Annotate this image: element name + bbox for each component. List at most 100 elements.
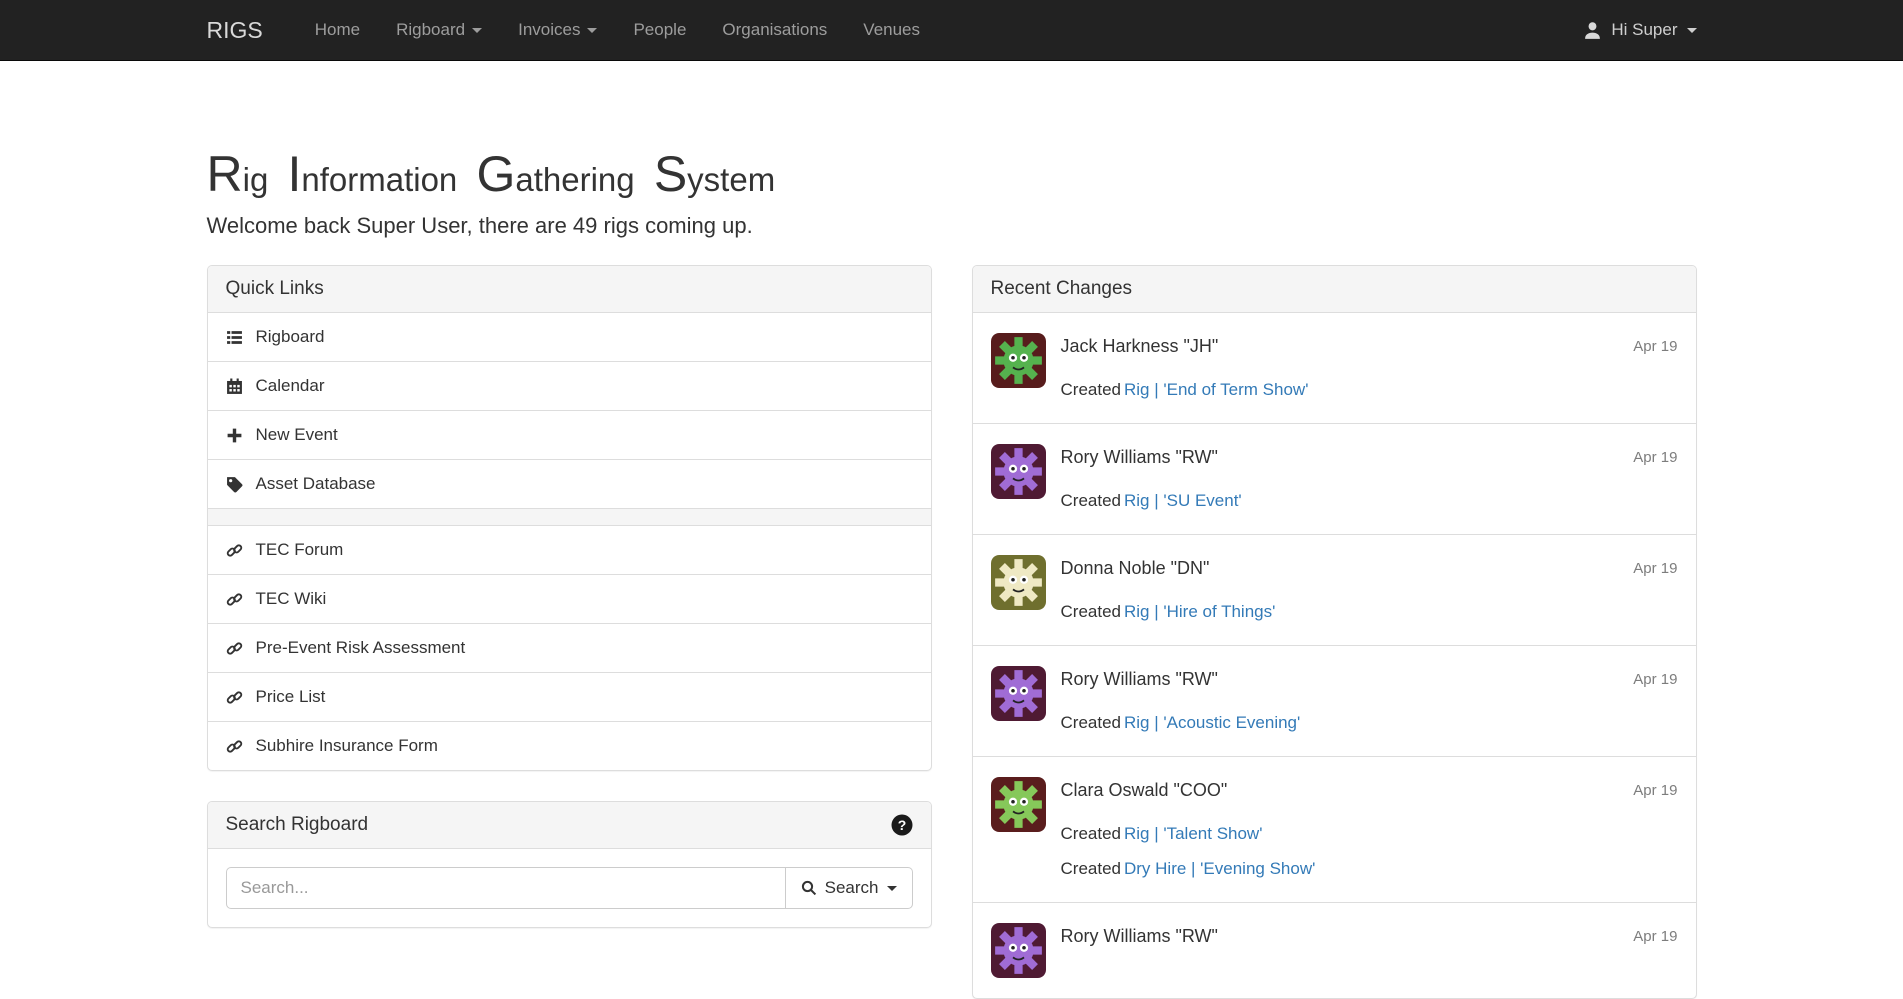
nav-item-home[interactable]: Home	[297, 0, 378, 60]
link-icon	[226, 738, 243, 755]
quick-link-pre-event-risk-assessment[interactable]: Pre-Event Risk Assessment	[208, 623, 931, 672]
quick-links-title: Quick Links	[226, 278, 324, 300]
quick-link-label: TEC Forum	[256, 540, 344, 560]
avatar	[991, 333, 1046, 388]
quick-links-separator	[208, 508, 931, 525]
recent-change-item: Clara Oswald "COO" CreatedRig | 'Talent …	[973, 756, 1696, 902]
quick-link-subhire-insurance-form[interactable]: Subhire Insurance Form	[208, 721, 931, 770]
action-link[interactable]: Rig | 'SU Event'	[1124, 491, 1242, 510]
quick-link-label: Subhire Insurance Form	[256, 736, 438, 756]
chevron-down-icon	[1687, 28, 1697, 33]
person-name: Rory Williams "RW"	[1061, 923, 1619, 950]
nav-item-invoices[interactable]: Invoices	[500, 0, 615, 60]
person-name: Rory Williams "RW"	[1061, 666, 1619, 693]
link-icon	[226, 640, 243, 657]
quick-link-label: Calendar	[256, 376, 325, 396]
title-cap: R	[207, 146, 243, 202]
action-link[interactable]: Rig | 'Hire of Things'	[1124, 602, 1275, 621]
title-cap: S	[654, 146, 687, 202]
quick-links-panel: Quick Links Rigboard Calendar New Event	[207, 265, 932, 771]
change-date: Apr 19	[1633, 923, 1677, 978]
person-name: Rory Williams "RW"	[1061, 444, 1619, 471]
brand-logo[interactable]: RIGS	[207, 0, 263, 60]
action-link[interactable]: Dry Hire | 'Evening Show'	[1124, 859, 1315, 878]
action-prefix: Created	[1061, 380, 1121, 399]
page-title: Rig Information Gathering System	[207, 149, 1697, 199]
title-rest: ystem	[687, 161, 775, 198]
quick-link-label: Asset Database	[256, 474, 376, 494]
recent-change-item: Rory Williams "RW" Apr 19	[973, 902, 1696, 998]
avatar	[991, 444, 1046, 499]
quick-link-tec-wiki[interactable]: TEC Wiki	[208, 574, 931, 623]
svg-text:?: ?	[897, 817, 906, 833]
quick-link-price-list[interactable]: Price List	[208, 672, 931, 721]
nav-item-rigboard[interactable]: Rigboard	[378, 0, 500, 60]
avatar	[991, 666, 1046, 721]
chevron-down-icon	[587, 28, 597, 33]
search-button[interactable]: Search	[786, 867, 913, 909]
link-icon	[226, 542, 243, 559]
calendar-icon	[226, 378, 243, 395]
quick-link-asset-database[interactable]: Asset Database	[208, 459, 931, 508]
plus-icon	[226, 427, 243, 444]
chevron-down-icon	[472, 28, 482, 33]
recent-change-item: Donna Noble "DN" CreatedRig | 'Hire of T…	[973, 534, 1696, 645]
search-icon	[801, 880, 817, 896]
change-date: Apr 19	[1633, 777, 1677, 882]
avatar	[991, 555, 1046, 610]
avatar	[991, 923, 1046, 978]
nav-label: Rigboard	[396, 20, 465, 40]
nav-label: People	[633, 20, 686, 40]
user-menu-label: Hi Super	[1611, 20, 1677, 40]
nav-item-organisations[interactable]: Organisations	[704, 0, 845, 60]
title-cap: G	[476, 146, 515, 202]
quick-link-label: New Event	[256, 425, 338, 445]
avatar	[991, 777, 1046, 832]
quick-link-label: Rigboard	[256, 327, 325, 347]
quick-link-tec-forum[interactable]: TEC Forum	[208, 525, 931, 574]
search-input[interactable]	[226, 867, 786, 909]
chevron-down-icon	[887, 886, 897, 891]
title-rest: nformation	[301, 161, 457, 198]
recent-change-item: Jack Harkness "JH" CreatedRig | 'End of …	[973, 313, 1696, 423]
person-name: Donna Noble "DN"	[1061, 555, 1619, 582]
action-prefix: Created	[1061, 713, 1121, 732]
title-rest: ig	[243, 161, 269, 198]
quick-link-calendar[interactable]: Calendar	[208, 361, 931, 410]
help-icon[interactable]: ?	[891, 814, 913, 836]
title-cap: I	[287, 146, 301, 202]
change-date: Apr 19	[1633, 555, 1677, 625]
top-navbar: RIGS Home Rigboard Invoices People Organ…	[0, 0, 1903, 61]
action-link[interactable]: Rig | 'End of Term Show'	[1124, 380, 1308, 399]
nav-label: Invoices	[518, 20, 580, 40]
search-panel-title: Search Rigboard	[226, 814, 369, 836]
main-nav: Home Rigboard Invoices People Organisati…	[297, 0, 938, 60]
recent-change-item: Rory Williams "RW" CreatedRig | 'SU Even…	[973, 423, 1696, 534]
recent-changes-title: Recent Changes	[991, 278, 1133, 300]
nav-label: Organisations	[722, 20, 827, 40]
action-prefix: Created	[1061, 491, 1121, 510]
quick-link-rigboard[interactable]: Rigboard	[208, 313, 931, 361]
welcome-message: Welcome back Super User, there are 49 ri…	[207, 213, 1697, 239]
change-date: Apr 19	[1633, 666, 1677, 736]
user-icon	[1583, 21, 1602, 40]
nav-item-people[interactable]: People	[615, 0, 704, 60]
nav-item-venues[interactable]: Venues	[845, 0, 938, 60]
quick-link-new-event[interactable]: New Event	[208, 410, 931, 459]
action-link[interactable]: Rig | 'Acoustic Evening'	[1124, 713, 1300, 732]
action-link[interactable]: Rig | 'Talent Show'	[1124, 824, 1262, 843]
change-date: Apr 19	[1633, 444, 1677, 514]
action-prefix: Created	[1061, 602, 1121, 621]
nav-label: Venues	[863, 20, 920, 40]
action-prefix: Created	[1061, 859, 1121, 878]
user-menu[interactable]: Hi Super	[1583, 0, 1696, 60]
list-icon	[226, 329, 243, 346]
nav-label: Home	[315, 20, 360, 40]
title-rest: athering	[515, 161, 634, 198]
quick-link-label: Pre-Event Risk Assessment	[256, 638, 466, 658]
recent-changes-panel: Recent Changes Jack Harkness "JH" Create…	[972, 265, 1697, 999]
change-date: Apr 19	[1633, 333, 1677, 403]
search-button-label: Search	[825, 878, 879, 898]
quick-link-label: Price List	[256, 687, 326, 707]
link-icon	[226, 591, 243, 608]
